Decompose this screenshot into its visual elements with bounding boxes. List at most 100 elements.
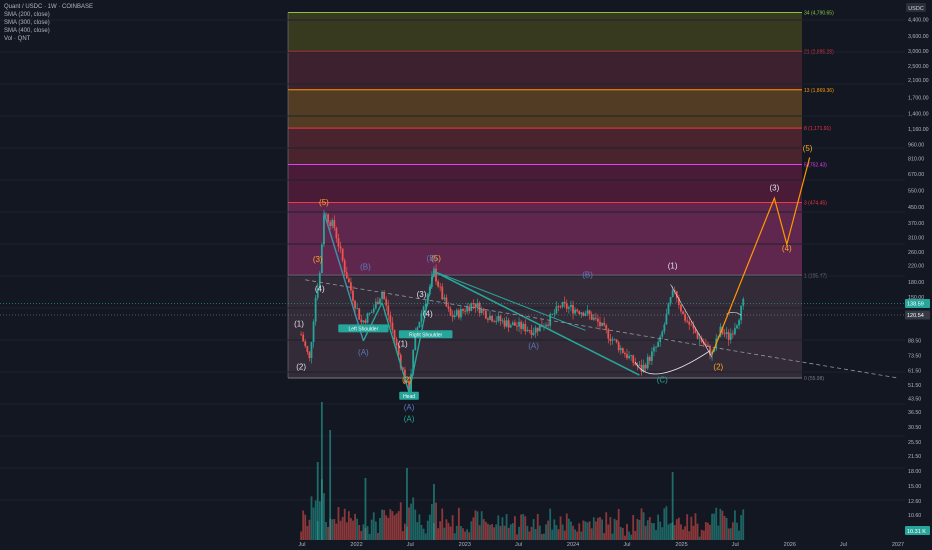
indicator-legend: Quant / USDC · 1W · COINBASE SMA (200, c… xyxy=(4,3,93,43)
wave-label: (2) xyxy=(296,363,306,372)
price-tick: 25.50 xyxy=(908,440,921,446)
volume-bar xyxy=(341,516,344,540)
candle-body xyxy=(302,334,305,342)
volume-bar xyxy=(734,510,736,540)
volume-bar xyxy=(513,516,516,540)
candle-body xyxy=(341,248,344,261)
volume-bar xyxy=(675,519,678,540)
volume-bar xyxy=(308,519,311,540)
wave-label: (1) xyxy=(398,340,408,349)
candle-body xyxy=(466,306,469,312)
candle-body xyxy=(364,320,367,323)
candle-body xyxy=(416,327,419,331)
volume-bar xyxy=(426,520,429,540)
indicator-sma-200[interactable]: SMA (200, close) xyxy=(4,11,93,19)
time-tick: 2024 xyxy=(567,542,579,548)
candle-body xyxy=(329,222,332,227)
volume-bar xyxy=(403,523,406,540)
symbol-title[interactable]: Quant / USDC · 1W · COINBASE xyxy=(4,3,93,11)
volume-bar xyxy=(414,509,417,540)
volume-bar xyxy=(543,533,545,540)
volume-bar xyxy=(638,519,641,540)
fib-zone xyxy=(288,128,802,165)
price-tick: 3,600.00 xyxy=(908,34,929,40)
candle-body xyxy=(435,268,437,282)
volume-bar xyxy=(503,525,506,540)
volume-bar xyxy=(462,528,464,540)
volume-bar xyxy=(377,532,379,540)
candle-body xyxy=(347,278,350,283)
volume-bar xyxy=(381,509,383,540)
volume-bar xyxy=(350,518,352,540)
candle-body xyxy=(727,332,730,340)
candle-body xyxy=(572,305,574,314)
volume-bar xyxy=(659,521,662,540)
volume-bar xyxy=(538,525,541,540)
candle-body xyxy=(582,312,585,316)
volume-bar xyxy=(395,513,398,540)
volume-bar xyxy=(719,508,722,540)
candle-body xyxy=(443,297,446,300)
candle-body xyxy=(381,292,383,299)
wave-label: (4) xyxy=(423,310,433,319)
candle-body xyxy=(460,308,462,318)
candle-body xyxy=(725,332,728,334)
wave-label: (5) xyxy=(803,144,813,153)
wave-label: (A) xyxy=(528,342,539,351)
price-tick: 220.00 xyxy=(908,264,924,270)
time-tick: 2022 xyxy=(350,542,362,548)
candle-body xyxy=(323,215,325,245)
wave-label: (3) xyxy=(313,255,323,264)
volume-bar xyxy=(650,522,653,540)
candle-body xyxy=(437,281,440,287)
volume-bar xyxy=(484,521,487,540)
candle-body xyxy=(310,342,313,358)
volume-bar xyxy=(532,519,535,540)
volume-bar xyxy=(594,521,597,540)
volume-bar xyxy=(553,519,556,540)
price-tick: 260.00 xyxy=(908,250,924,256)
fib-zone xyxy=(288,12,802,52)
candle-body xyxy=(657,342,660,347)
volume-bar xyxy=(682,529,684,540)
volume-bar xyxy=(661,527,664,540)
volume-bar xyxy=(613,518,616,540)
volume-bar xyxy=(325,521,327,540)
volume-bar xyxy=(310,496,313,540)
volume-bar xyxy=(599,517,601,540)
volume-bar xyxy=(358,525,361,540)
candle-body xyxy=(553,313,556,315)
candle-body xyxy=(457,310,460,318)
volume-bar xyxy=(302,510,305,540)
volume-bar xyxy=(507,527,510,540)
volume-bar xyxy=(470,521,473,540)
candle-body xyxy=(738,320,740,326)
indicator-volume[interactable]: Vol · QNT xyxy=(4,35,93,43)
candle-body xyxy=(370,312,373,314)
indicator-sma-400[interactable]: SMA (400, close) xyxy=(4,27,93,35)
candle-body xyxy=(358,308,361,320)
volume-bar xyxy=(580,531,583,540)
price-tick: 61.50 xyxy=(908,368,921,374)
volume-bar xyxy=(520,514,523,540)
candle-body xyxy=(646,356,649,369)
volume-bar xyxy=(320,402,323,540)
price-chart[interactable]: 0 (55.98)1 (195.47)3 (474.45)5 (752.43)8… xyxy=(0,0,932,550)
wave-label: (2) xyxy=(402,375,412,384)
candle-body xyxy=(387,305,390,316)
candle-body xyxy=(576,309,579,312)
candle-body xyxy=(447,306,450,309)
candle-body xyxy=(736,325,738,329)
candle-body xyxy=(611,339,614,341)
price-tick: 810.00 xyxy=(908,157,924,163)
volume-bar xyxy=(653,523,655,540)
volume-bar xyxy=(698,536,701,540)
indicator-sma-300[interactable]: SMA (300, close) xyxy=(4,19,93,27)
candle-body xyxy=(482,308,485,311)
volume-bar xyxy=(551,529,554,540)
volume-bar xyxy=(489,524,491,540)
volume-bar xyxy=(482,519,485,540)
volume-bar xyxy=(387,517,390,540)
volume-bar xyxy=(526,525,529,540)
candle-body xyxy=(574,309,576,314)
